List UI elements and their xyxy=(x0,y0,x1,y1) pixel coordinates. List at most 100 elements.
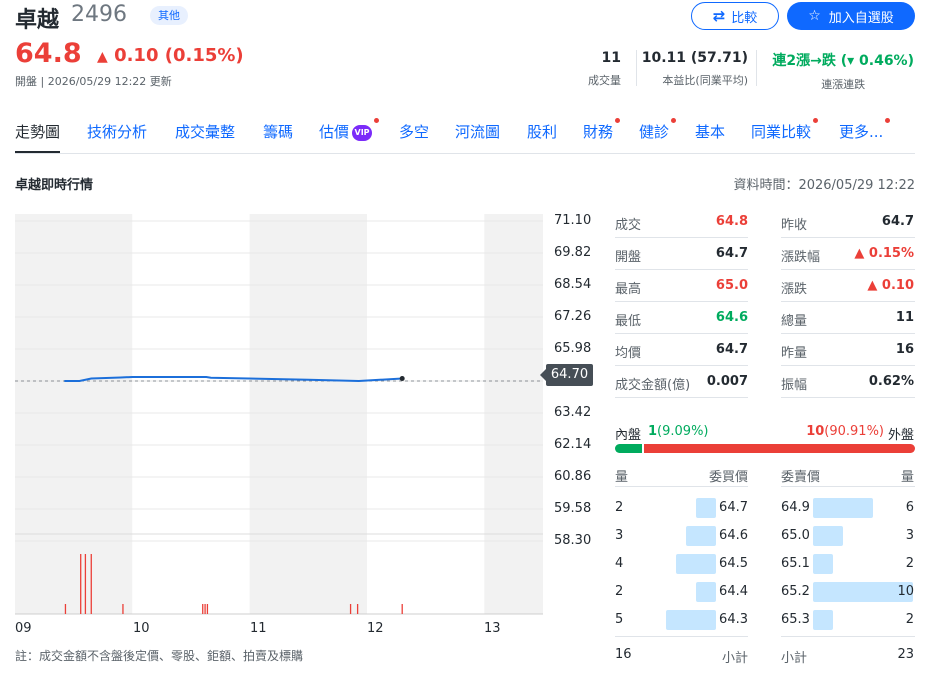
quote-label: 振幅 xyxy=(781,378,808,393)
quote-value: 16 xyxy=(895,342,914,357)
header-divider xyxy=(615,486,748,487)
tab-more[interactable]: 更多... xyxy=(839,118,891,153)
balance-bar xyxy=(615,444,915,453)
category-badge[interactable]: 其他 xyxy=(150,6,188,25)
tab-long-short[interactable]: 多空 xyxy=(399,121,429,153)
tab-basic[interactable]: 基本 xyxy=(695,121,725,153)
hour-band xyxy=(15,214,133,614)
bid-price: 64.5 xyxy=(719,556,748,571)
y-tick-label: 59.58 xyxy=(554,501,592,516)
footer-divider xyxy=(615,636,748,637)
ask-depth-bar xyxy=(813,610,833,630)
bid-price: 64.3 xyxy=(719,612,748,627)
tab-label: 技術分析 xyxy=(87,123,148,141)
tab-label: 股利 xyxy=(527,123,558,141)
quote-value: ▲ 0.15% xyxy=(854,246,914,261)
balance-outer-fill xyxy=(644,444,915,453)
row-divider xyxy=(781,237,915,238)
quote-label: 成交金額(億) xyxy=(615,378,691,393)
quote-value: 64.6 xyxy=(715,310,748,325)
tab-label: 基本 xyxy=(695,123,726,141)
stat-divider xyxy=(636,50,637,86)
stat-volume-label: 成交量 xyxy=(588,74,621,87)
row-divider xyxy=(615,301,748,302)
row-divider xyxy=(615,269,748,270)
y-tick-label: 69.82 xyxy=(554,245,592,260)
inner-label: 內盤 xyxy=(615,428,642,443)
star-icon: ☆ xyxy=(808,8,821,24)
price-change: ▲ 0.10 (0.15%) xyxy=(97,45,244,66)
footer-divider xyxy=(781,636,915,637)
notification-dot xyxy=(615,118,621,123)
ask-qty: 6 xyxy=(905,500,914,515)
tab-label: 同業比較 xyxy=(751,123,812,141)
bid-qty: 5 xyxy=(615,612,624,627)
ask-price: 65.3 xyxy=(781,612,810,627)
tab-peer-compare[interactable]: 同業比較 xyxy=(751,118,819,153)
row-divider xyxy=(781,365,915,366)
quote-label: 最低 xyxy=(615,314,642,329)
update-meta: 開盤 | 2026/05/29 12:22 更新 xyxy=(15,75,172,88)
tab-valuation[interactable]: 估價 VIP xyxy=(319,118,380,153)
intraday-chart[interactable] xyxy=(0,200,545,620)
ask-price: 65.0 xyxy=(781,528,810,543)
tab-river[interactable]: 河流圖 xyxy=(455,121,500,153)
row-divider xyxy=(615,333,748,334)
quote-label: 漲跌幅 xyxy=(781,250,821,265)
quote-label: 總量 xyxy=(781,314,808,329)
inner-pct: (9.09%) xyxy=(657,424,709,439)
quote-value: 0.62% xyxy=(868,374,914,389)
quote-value: 65.0 xyxy=(715,278,748,293)
stat-divider xyxy=(756,50,757,86)
ask-qty: 10 xyxy=(897,584,914,599)
y-tick-label: 65.98 xyxy=(554,341,592,356)
vip-badge: VIP xyxy=(352,125,373,141)
quote-label: 成交 xyxy=(615,218,642,233)
bid-qty-header: 量 xyxy=(615,470,629,485)
tab-label: 財務 xyxy=(583,123,614,141)
x-tick-label: 11 xyxy=(250,621,267,636)
tab-chips[interactable]: 籌碼 xyxy=(263,121,293,153)
quote-value: 0.007 xyxy=(706,374,748,389)
y-tick-label: 62.14 xyxy=(554,437,592,452)
inner-value: 1 xyxy=(648,424,658,439)
ask-price: 65.1 xyxy=(781,556,810,571)
hour-band xyxy=(484,214,543,614)
outer-label: 外盤 xyxy=(887,428,914,443)
stock-name: 卓越 xyxy=(15,8,60,33)
tab-financial[interactable]: 財務 xyxy=(583,118,621,153)
y-tick-label: 58.30 xyxy=(554,533,592,548)
compare-button[interactable]: ⇄ 比較 xyxy=(691,2,779,30)
tab-label: 河流圖 xyxy=(455,123,501,141)
ask-depth-bar xyxy=(813,554,833,574)
up-triangle-icon: ▲ xyxy=(97,49,108,65)
stock-code: 2496 xyxy=(71,2,127,27)
tab-summary[interactable]: 成交彙整 xyxy=(175,121,235,153)
add-watchlist-label: 加入自選股 xyxy=(828,10,894,26)
bid-price: 64.6 xyxy=(719,528,748,543)
x-tick-label: 13 xyxy=(484,621,501,636)
tab-technical[interactable]: 技術分析 xyxy=(87,121,147,153)
row-divider xyxy=(615,397,748,398)
quote-value: 64.7 xyxy=(715,342,748,357)
row-divider xyxy=(615,237,748,238)
tab-health[interactable]: 健診 xyxy=(639,118,677,153)
quote-value: 64.7 xyxy=(715,246,748,261)
ask-subtotal-label: 小計 xyxy=(781,651,808,666)
add-watchlist-button[interactable]: ☆ 加入自選股 xyxy=(787,2,915,30)
row-divider xyxy=(781,333,915,334)
ask-qty: 3 xyxy=(905,528,914,543)
tab-dividend[interactable]: 股利 xyxy=(527,121,557,153)
quote-label: 均價 xyxy=(615,346,642,361)
balance-inner-fill xyxy=(615,444,643,453)
stat-streak-value: 連2漲→跌 (▾ 0.46%) xyxy=(772,53,914,69)
notification-dot xyxy=(671,118,677,123)
quote-label: 最高 xyxy=(615,282,642,297)
quote-label: 漲跌 xyxy=(781,282,808,297)
ask-qty: 2 xyxy=(905,556,914,571)
ask-price: 64.9 xyxy=(781,500,810,515)
bid-qty: 4 xyxy=(615,556,624,571)
notification-dot xyxy=(885,118,891,123)
stat-streak-label: 連漲連跌 xyxy=(821,78,866,91)
tab-trend[interactable]: 走勢圖 xyxy=(15,121,61,153)
